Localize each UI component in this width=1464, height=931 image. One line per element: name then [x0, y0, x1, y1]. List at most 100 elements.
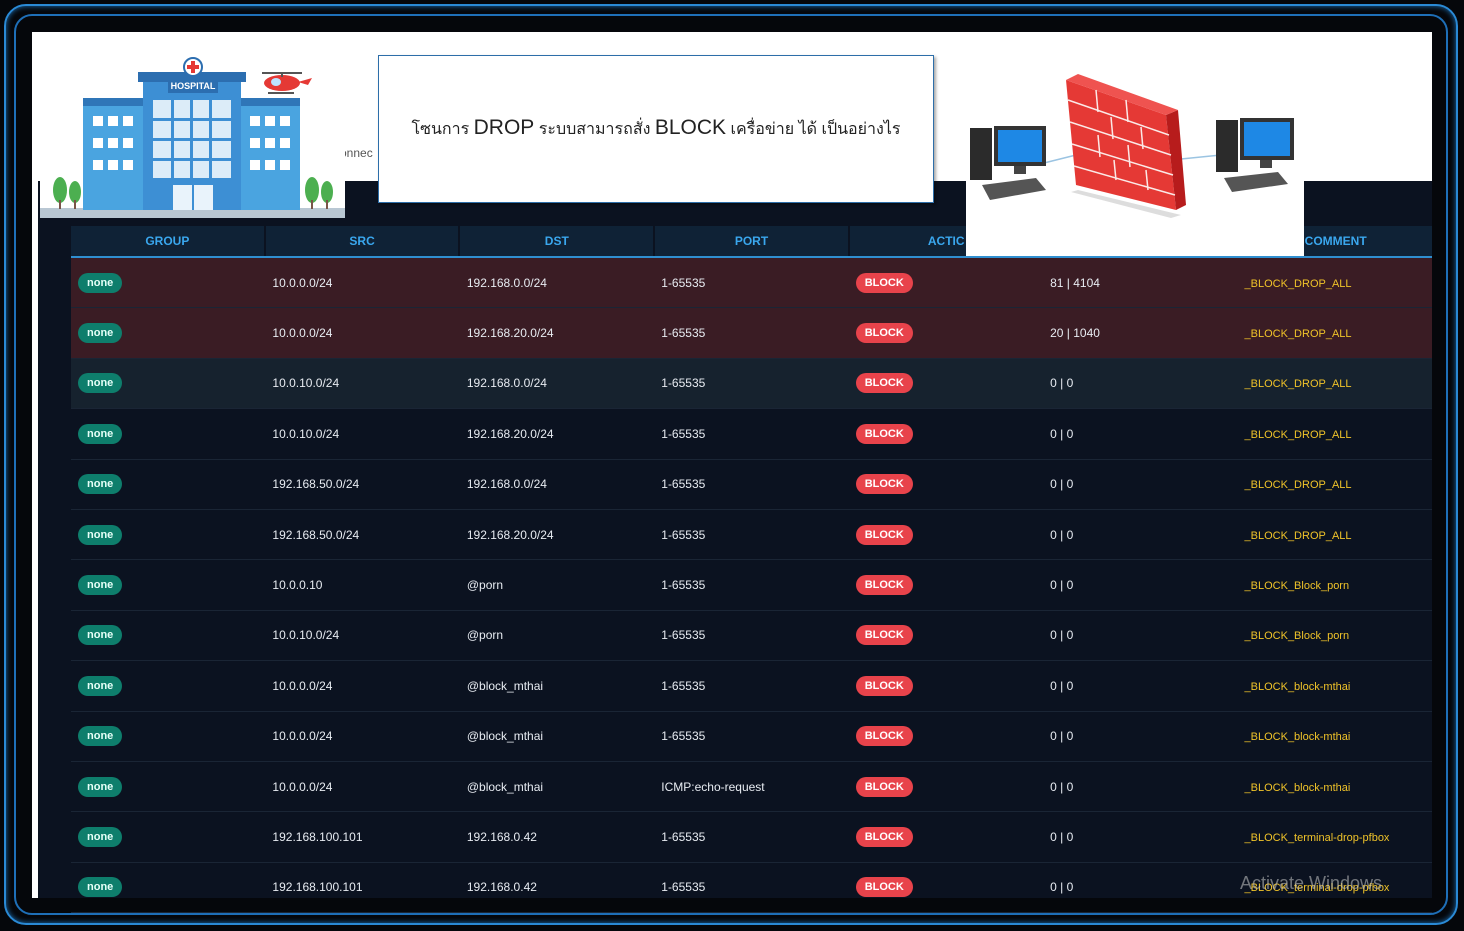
- group-badge[interactable]: none: [78, 524, 123, 545]
- group-badge[interactable]: none: [78, 826, 123, 847]
- stats-value: 20 | 1040: [1050, 326, 1100, 341]
- cell-dst: 192.168.0.42: [460, 830, 654, 844]
- hospital-icon: HOSPITAL: [40, 57, 345, 218]
- cell-dst: 192.168.0.0/24: [460, 376, 654, 390]
- col-dst[interactable]: DST: [460, 226, 654, 256]
- action-badge[interactable]: BLOCK: [855, 877, 913, 898]
- group-badge[interactable]: none: [78, 373, 123, 394]
- stats-value: 0 | 0: [1050, 376, 1074, 391]
- svg-text:HOSPITAL: HOSPITAL: [171, 81, 216, 91]
- action-badge[interactable]: BLOCK: [855, 675, 913, 696]
- dst-value: 192.168.20.0/24: [466, 326, 554, 341]
- action-badge[interactable]: BLOCK: [855, 373, 913, 394]
- action-badge[interactable]: BLOCK: [855, 423, 913, 444]
- group-badge[interactable]: none: [78, 776, 123, 797]
- cell-dst: @porn: [460, 578, 654, 592]
- cell-stats: 0 | 0: [1043, 780, 1237, 794]
- src-value: 10.0.10.0/24: [272, 426, 340, 441]
- cell-group: none: [71, 272, 265, 293]
- cell-comment: _BLOCK_DROP_ALL: [1238, 376, 1432, 390]
- action-badge[interactable]: BLOCK: [855, 625, 913, 646]
- comment-value: _BLOCK_block-mthai: [1244, 731, 1351, 744]
- table-row[interactable]: none 10.0.0.0/24 @block_mthai 1-65535 BLOCK 0…: [71, 661, 1432, 712]
- stats-value: 0 | 0: [1050, 678, 1074, 693]
- group-badge[interactable]: none: [78, 272, 123, 293]
- table-row[interactable]: none 10.0.0.0/24 192.168.0.0/24 1-65535 BLOC…: [71, 258, 1432, 309]
- action-badge[interactable]: BLOCK: [855, 474, 913, 495]
- action-badge[interactable]: BLOCK: [855, 726, 913, 747]
- stats-value: 81 | 4104: [1050, 275, 1100, 290]
- cell-action: BLOCK: [849, 323, 1043, 344]
- col-group[interactable]: GROUP: [71, 226, 264, 256]
- table-row[interactable]: none 192.168.100.101 192.168.0.42 1-65535 BL…: [71, 863, 1432, 914]
- port-value: 1-65535: [661, 376, 706, 391]
- hospital-illustration: HOSPITAL: [40, 40, 345, 218]
- comment-value: _BLOCK_DROP_ALL: [1244, 479, 1352, 492]
- cell-stats: 0 | 0: [1043, 376, 1237, 390]
- table-row[interactable]: none 10.0.0.0/24 192.168.20.0/24 1-65535 BLO…: [71, 308, 1432, 359]
- table-row[interactable]: none 10.0.0.0/24 @block_mthai ICMP:echo-req…: [71, 762, 1432, 813]
- dst-value: 192.168.0.42: [466, 829, 537, 844]
- table-row[interactable]: none 10.0.10.0/24 @porn 1-65535 BLOCK 0 | 0 _B…: [71, 611, 1432, 662]
- group-badge[interactable]: none: [78, 675, 123, 696]
- table-row[interactable]: none 192.168.50.0/24 192.168.20.0/24 1-6553…: [71, 510, 1432, 561]
- cell-src: 10.0.10.0/24: [265, 427, 459, 441]
- port-value: 1-65535: [661, 678, 706, 693]
- cell-src: 192.168.50.0/24: [265, 477, 459, 491]
- table-row[interactable]: none 10.0.0.0/24 @block_mthai 1-65535 BLOCK 0…: [71, 712, 1432, 762]
- action-badge[interactable]: BLOCK: [855, 323, 913, 344]
- action-badge[interactable]: BLOCK: [855, 776, 913, 797]
- port-value: 1-65535: [661, 578, 706, 593]
- cell-comment: _BLOCK_terminal-drop-pfbox: [1238, 830, 1432, 844]
- cell-src: 192.168.100.101: [265, 880, 459, 894]
- cell-group: none: [71, 826, 265, 847]
- src-value: 10.0.10.0/24: [272, 628, 340, 643]
- cell-comment: _BLOCK_DROP_ALL: [1238, 528, 1432, 542]
- cell-stats: 0 | 0: [1043, 830, 1237, 844]
- port-value: 1-65535: [661, 477, 706, 492]
- src-value: 10.0.10.0/24: [272, 376, 340, 391]
- col-port[interactable]: PORT: [655, 226, 848, 256]
- table-row[interactable]: none 192.168.50.0/24 192.168.0.0/24 1-65535…: [71, 460, 1432, 510]
- action-badge[interactable]: BLOCK: [855, 524, 913, 545]
- stats-value: 0 | 0: [1050, 779, 1074, 794]
- cell-dst: 192.168.20.0/24: [460, 326, 654, 340]
- stats-value: 0 | 0: [1050, 628, 1074, 643]
- cell-group: none: [71, 524, 265, 545]
- port-value: ICMP:echo-request: [661, 779, 765, 794]
- action-badge[interactable]: BLOCK: [855, 272, 913, 293]
- src-value: 192.168.50.0/24: [272, 477, 360, 492]
- cell-comment: _BLOCK_Block_porn: [1238, 578, 1432, 592]
- group-badge[interactable]: none: [78, 726, 123, 747]
- stats-value: 0 | 0: [1050, 729, 1074, 744]
- action-badge[interactable]: BLOCK: [855, 826, 913, 847]
- dst-value: 192.168.0.0/24: [466, 376, 547, 391]
- group-badge[interactable]: none: [78, 323, 123, 344]
- group-badge[interactable]: none: [78, 877, 123, 898]
- cell-port: 1-65535: [654, 880, 848, 894]
- group-badge[interactable]: none: [78, 423, 123, 444]
- group-badge[interactable]: none: [78, 575, 123, 596]
- group-badge[interactable]: none: [78, 474, 123, 495]
- table-row[interactable]: none 10.0.0.10 @porn 1-65535 BLOCK 0 | 0 _BLOC…: [71, 560, 1432, 611]
- table-row[interactable]: none 10.0.10.0/24 192.168.20.0/24 1-65535 BL…: [71, 409, 1432, 460]
- cell-port: 1-65535: [654, 679, 848, 693]
- cell-port: 1-65535: [654, 326, 848, 340]
- cell-action: BLOCK: [849, 826, 1043, 847]
- cell-stats: 81 | 4104: [1043, 276, 1237, 290]
- cell-stats: 0 | 0: [1043, 729, 1237, 743]
- col-src[interactable]: SRC: [265, 226, 459, 256]
- cell-action: BLOCK: [849, 474, 1043, 495]
- table-row[interactable]: none 10.0.10.0/24 192.168.0.0/24 1-65535 BLO…: [71, 358, 1432, 410]
- slide-title-box: โซนการ DROP ระบบสามารถสั่ง BLOCK เครื่อข…: [378, 55, 934, 203]
- dst-value: 192.168.20.0/24: [466, 426, 554, 441]
- comment-value: _BLOCK_block-mthai: [1244, 781, 1351, 794]
- comment-value: _BLOCK_DROP_ALL: [1244, 428, 1352, 441]
- action-badge[interactable]: BLOCK: [855, 575, 913, 596]
- port-value: 1-65535: [661, 527, 706, 542]
- group-badge[interactable]: none: [78, 625, 123, 646]
- src-value: 10.0.0.0/24: [272, 678, 333, 693]
- table-row[interactable]: none 192.168.100.101 192.168.0.42 1-65535 BL…: [71, 812, 1432, 863]
- port-value: 1-65535: [661, 275, 706, 290]
- cell-port: ICMP:echo-request: [654, 780, 848, 794]
